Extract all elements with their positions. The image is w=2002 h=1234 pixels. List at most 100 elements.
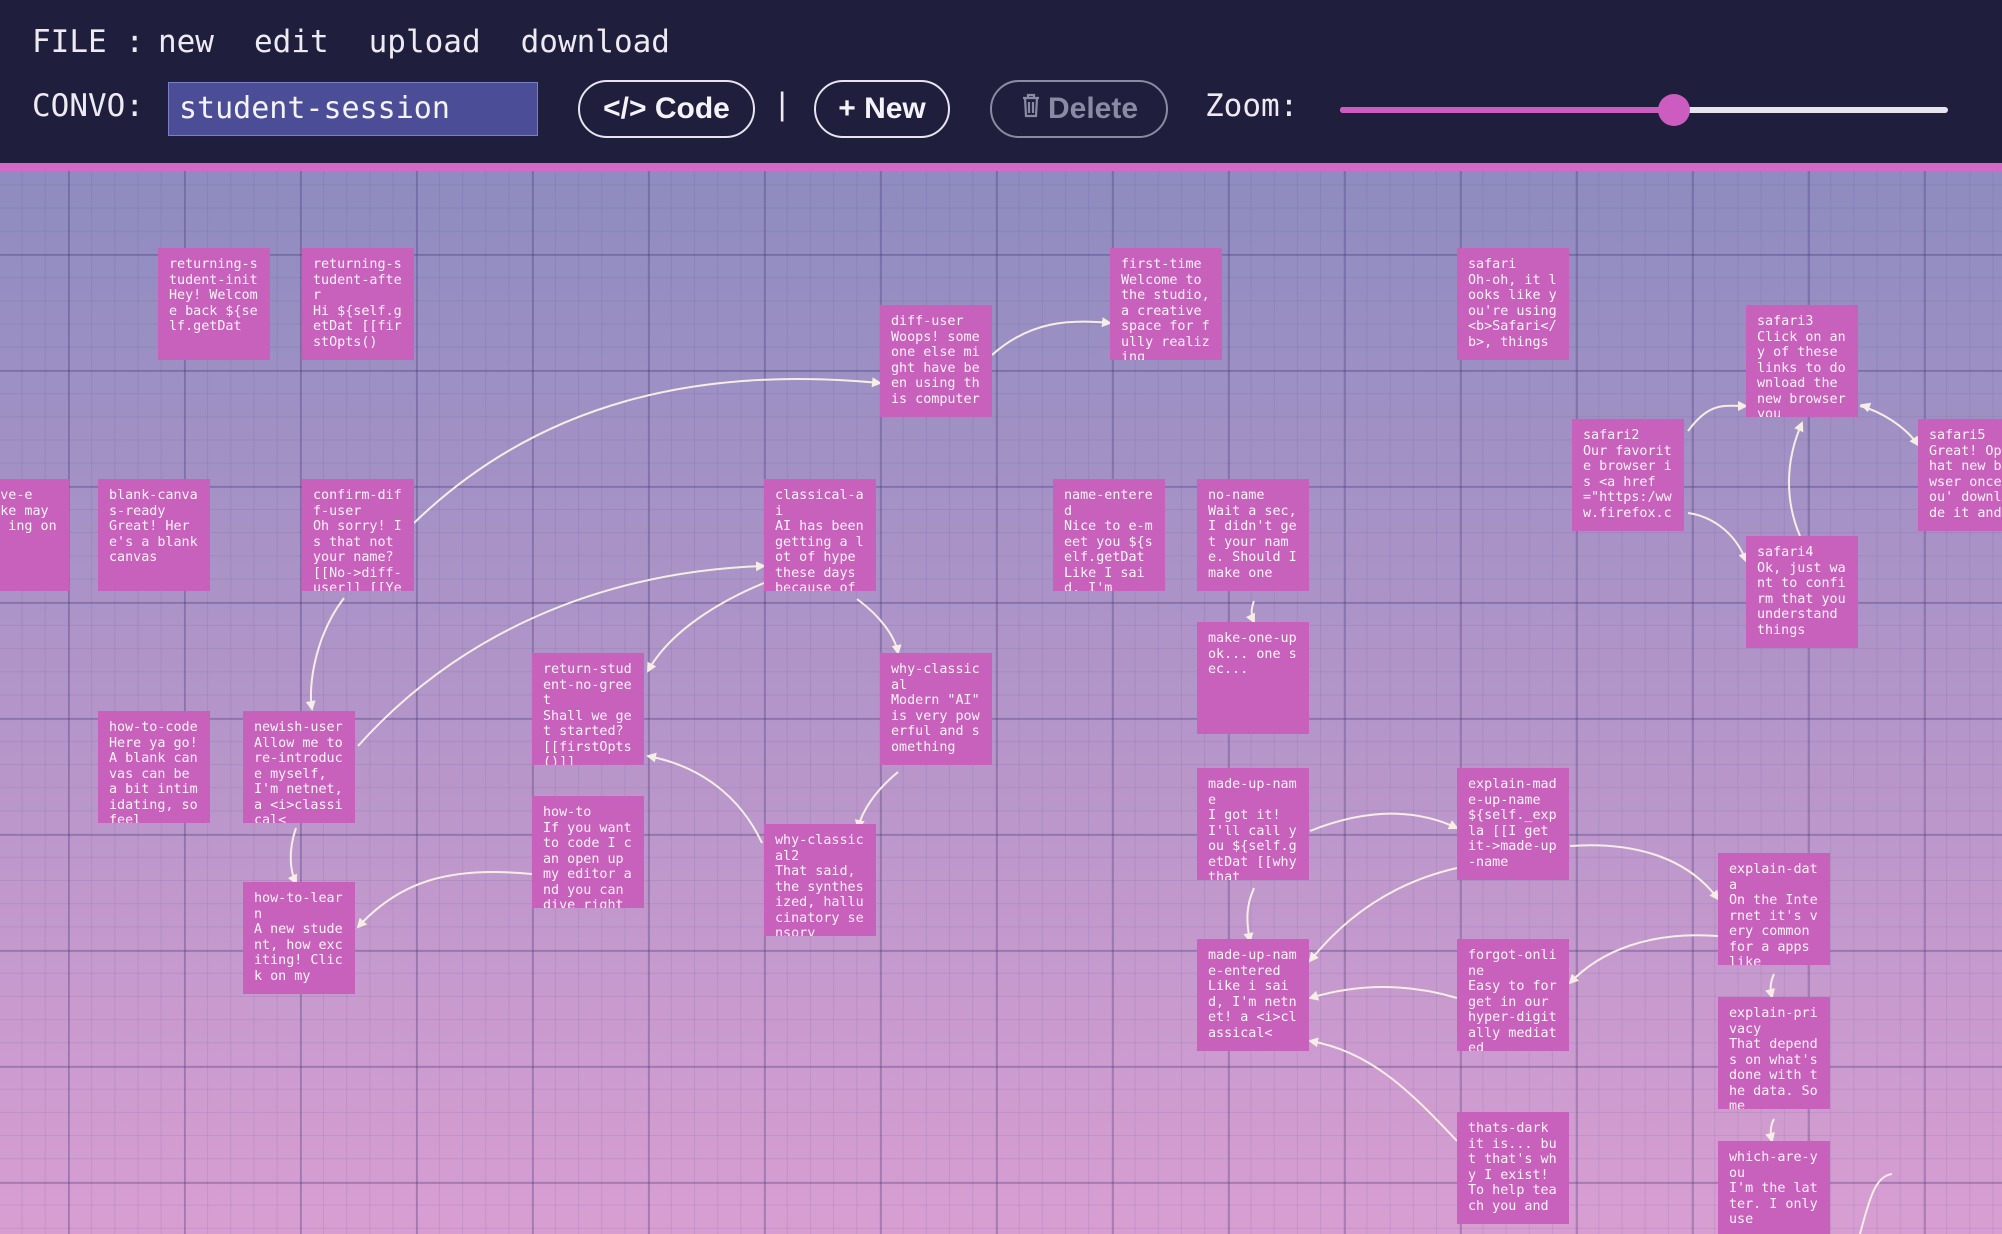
node-safari2[interactable]: safari2 Our favorite browser is <a href="…: [1572, 419, 1684, 531]
node-safari4[interactable]: safari4 Ok, just want to confirm that you…: [1746, 536, 1858, 648]
node-text: Ok, just want to confirm that you unders…: [1757, 560, 1854, 638]
node-title: safari4: [1757, 545, 1814, 560]
file-menu: FILE : new edit upload download: [32, 20, 710, 64]
zoom-slider[interactable]: [1340, 94, 1948, 126]
node-safari3[interactable]: safari3 Click on any of these links to do…: [1746, 305, 1858, 417]
node-title: why-classical: [891, 662, 980, 693]
edge-made-up-to-explain: [1309, 812, 1459, 832]
node-classical-ai[interactable]: classical-ai AI has been getting a lot of…: [764, 479, 876, 591]
node-made-up-name[interactable]: made-up-name I got it! I'll call you ${se…: [1197, 768, 1309, 880]
edge-safari4-to-safari3: [1788, 421, 1804, 537]
node-name-entered[interactable]: name-entered Nice to e-meet you ${self.ge…: [1053, 479, 1165, 591]
node-newish-user[interactable]: newish-user Allow me to re-introduce myse…: [243, 711, 355, 823]
edge-classical-to-why-classical: [856, 598, 902, 655]
node-how-to[interactable]: how-to If you want to code I can open up …: [532, 796, 644, 908]
node-text: Our favorite browser is <a href="https:/…: [1583, 443, 1672, 521]
node-text: On the Internet it's very common for a a…: [1729, 893, 1818, 965]
node-title: returning-student-after: [313, 257, 402, 303]
node-return-student-no-greet[interactable]: return-student-no-greet Shall we get star…: [532, 653, 644, 765]
node-text: Great! Here's a blank canvas: [109, 519, 206, 565]
delete-button[interactable]: Delete: [990, 80, 1168, 138]
node-title: explain-made-up-name: [1468, 777, 1557, 808]
node-title: forgot-online: [1468, 948, 1557, 979]
edge-confirm-to-newish-user: [305, 597, 345, 711]
node-returning-student-init[interactable]: returning-student-init Hey! Welcome back …: [158, 248, 270, 360]
code-button[interactable]: </> Code: [578, 80, 755, 138]
node-title: returning-student-init: [169, 257, 258, 288]
node-how-to-learn[interactable]: how-to-learn A new student, how exciting!…: [243, 882, 355, 994]
node-title: why-classical2: [775, 833, 864, 864]
accent-divider: [0, 163, 2002, 171]
edge-safari5-back-arrow: [1860, 402, 1872, 413]
node-text: Like i said, I'm netnet! a <i>classical<: [1208, 979, 1297, 1041]
node-thats-dark[interactable]: thats-dark it is... but that's why I exis…: [1457, 1112, 1569, 1224]
node-why-classical[interactable]: why-classical Modern "AI" is very powerfu…: [880, 653, 992, 765]
node-title: diff-user: [891, 314, 964, 329]
delete-button-label: Delete: [1047, 92, 1139, 125]
node-text: Hey! Welcome back ${self.getDat: [169, 288, 258, 334]
edge-newish-to-how-to-learn: [287, 827, 297, 885]
node-title: made-up-name: [1208, 777, 1297, 808]
node-text: Allow me to re-introduce myself, I'm net…: [254, 735, 351, 824]
edge-why-classical-to-2: [854, 771, 899, 830]
node-title: explain-data: [1729, 862, 1818, 893]
node-title: classical-ai: [775, 488, 864, 519]
node-r-save-e[interactable]: r-save-es like may been ing on atch: [0, 479, 69, 591]
node-how-to-code[interactable]: how-to-code Here ya go! A blank canvas ca…: [98, 711, 210, 823]
edge-safari2-to-safari4: [1687, 512, 1748, 563]
menu-upload[interactable]: upload: [369, 24, 481, 60]
menu-edit[interactable]: edit: [254, 24, 329, 60]
node-explain-made-up-name[interactable]: explain-made-up-name ${self._expla [[I ge…: [1457, 768, 1569, 880]
zoom-slider-handle[interactable]: [1658, 94, 1691, 126]
node-text: Welcome to the studio, a creative space …: [1121, 272, 1218, 361]
node-text: s like may been ing on atch: [0, 503, 57, 550]
node-made-up-name-entered[interactable]: made-up-name-entered Like i said, I'm net…: [1197, 939, 1309, 1051]
node-title: made-up-name-entered: [1208, 948, 1297, 979]
node-explain-data[interactable]: explain-data On the Internet it's very co…: [1718, 853, 1830, 965]
node-text: I got it! I'll call you ${self.getDat [[…: [1208, 808, 1305, 880]
node-title: how-to: [543, 805, 592, 820]
node-no-name[interactable]: no-name Wait a sec, I didn't get your nam…: [1197, 479, 1309, 591]
new-button[interactable]: + New: [814, 80, 950, 138]
menu-download[interactable]: download: [521, 24, 670, 60]
node-text: Click on any of these links to download …: [1757, 329, 1854, 418]
node-text: Oh-oh, it looks like you're using <b>Saf…: [1468, 272, 1565, 350]
node-text: it is... but that's why I exist! To help…: [1468, 1136, 1557, 1214]
menu-new[interactable]: new: [158, 24, 214, 60]
node-explain-privacy[interactable]: explain-privacy That depends on what's do…: [1718, 997, 1830, 1109]
node-title: make-one-up: [1208, 631, 1297, 646]
node-text: Here ya go! A blank canvas can be a bit …: [109, 735, 206, 824]
node-make-one-up[interactable]: make-one-up ok... one sec...: [1197, 622, 1309, 734]
edge-explain-to-entered: [1308, 867, 1458, 963]
node-returning-student-after[interactable]: returning-student-after Hi ${self.getDat …: [302, 248, 414, 360]
edge-diff-user-to-first-time: [991, 317, 1112, 356]
convo-name-input[interactable]: student-session: [168, 82, 538, 136]
convo-label: CONVO:: [32, 88, 144, 124]
edge-privacy-to-which: [1765, 1118, 1775, 1143]
node-first-time[interactable]: first-time Welcome to the studio, a creat…: [1110, 248, 1222, 360]
edge-no-name-to-make-one-up: [1245, 600, 1255, 624]
node-text: Woops! someone else might have been usin…: [891, 329, 980, 407]
edge-safari3-to-safari5: [1859, 405, 1920, 447]
node-which-are-you[interactable]: which-are-you I'm the latter. I only use: [1718, 1141, 1830, 1234]
node-safari[interactable]: safari Oh-oh, it looks like you're using …: [1457, 248, 1569, 360]
edge-explain-data-to-privacy: [1765, 973, 1775, 999]
node-why-classical2[interactable]: why-classical2 That said, the synthesized…: [764, 824, 876, 936]
node-text: Nice to e-meet you ${self.getDat Like I …: [1064, 519, 1153, 591]
node-graph-canvas[interactable]: returning-student-init Hey! Welcome back …: [0, 171, 2002, 1234]
node-title: blank-canvas-ready: [109, 488, 198, 519]
node-confirm-diff-user[interactable]: confirm-diff-user Oh sorry! Is that not y…: [302, 479, 414, 591]
node-title: how-to-code: [109, 720, 198, 735]
edge-which-offscreen: [1859, 1173, 1893, 1234]
edge-explain-data-to-forgot: [1568, 934, 1719, 985]
node-text: Easy to forget in our hyper-digitally me…: [1468, 979, 1557, 1051]
node-safari5[interactable]: safari5Great! Op that new browser once y…: [1918, 419, 2002, 531]
edge-forgot-to-entered: [1308, 986, 1458, 1001]
node-forgot-online[interactable]: forgot-online Easy to forget in our hyper…: [1457, 939, 1569, 1051]
node-text: Modern "AI" is very powerful and somethi…: [891, 693, 988, 755]
node-title: which-are-you: [1729, 1150, 1818, 1181]
node-blank-canvas-ready[interactable]: blank-canvas-ready Great! Here's a blank …: [98, 479, 210, 591]
node-diff-user[interactable]: diff-user Woops! someone else might have …: [880, 305, 992, 417]
node-title: first-time: [1121, 257, 1202, 272]
node-text: ${self._expla [[I get it->made-up-name: [1468, 808, 1557, 870]
